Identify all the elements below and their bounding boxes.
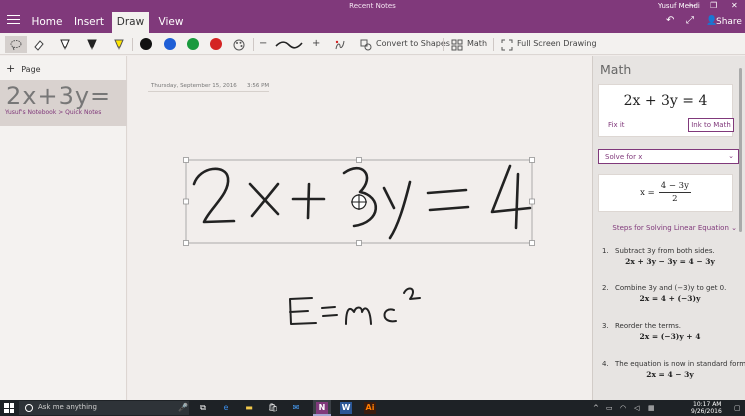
- step-result: 2x = (−3)y + 4: [639, 332, 701, 341]
- tab-view[interactable]: View: [154, 12, 188, 33]
- steps-dropdown[interactable]: Steps for Solving Linear Equation ⌄: [612, 224, 737, 232]
- color-red-swatch[interactable]: [210, 38, 222, 50]
- step-number: 4.: [602, 360, 609, 368]
- illustrator-icon[interactable]: Ai: [364, 402, 376, 414]
- chevron-down-icon: ⌄: [731, 224, 737, 232]
- move-cursor-icon: [351, 194, 367, 210]
- windows-start-icon[interactable]: [4, 403, 14, 413]
- mail-icon[interactable]: ✉: [290, 402, 302, 414]
- tab-insert[interactable]: Insert: [70, 12, 108, 33]
- maximize-icon[interactable]: ❐: [710, 1, 717, 10]
- page-thumbnail: 2x+3y=: [6, 82, 112, 110]
- recognized-equation: 2x + 3y = 4: [623, 93, 708, 109]
- word-icon[interactable]: W: [340, 402, 352, 414]
- window-title: Recent Notes: [349, 2, 396, 10]
- onenote-icon[interactable]: N: [316, 402, 328, 414]
- ink-to-math-button[interactable]: Ink to Math: [688, 118, 734, 132]
- file-explorer-icon[interactable]: ▬: [243, 402, 255, 414]
- color-black-swatch[interactable]: [140, 38, 152, 50]
- add-page-label: Page: [21, 65, 41, 74]
- tab-draw[interactable]: Draw: [112, 12, 149, 33]
- step-number: 3.: [602, 322, 609, 330]
- convert-shapes-icon[interactable]: [359, 36, 373, 53]
- cortana-search-box[interactable]: Ask me anything 🎤: [19, 401, 189, 415]
- wifi-icon[interactable]: ◠: [620, 404, 626, 412]
- solution-card: x = 4 − 3y 2: [598, 174, 733, 212]
- hamburger-menu-icon[interactable]: [7, 15, 20, 24]
- ink-to-text-icon[interactable]: [333, 36, 347, 53]
- cortana-icon: [25, 404, 33, 412]
- step-result: 2x = 4 − 3y: [646, 370, 694, 379]
- math-action-value: Solve for x: [605, 153, 643, 161]
- convert-to-shapes-button[interactable]: Convert to Shapes: [376, 38, 450, 50]
- decrease-thickness-icon[interactable]: −: [259, 37, 267, 51]
- eraser-icon[interactable]: [31, 36, 47, 53]
- fullscreen-icon[interactable]: ⤢: [686, 15, 694, 26]
- close-icon[interactable]: ✕: [731, 1, 738, 10]
- clock-date[interactable]: 9/26/2016: [691, 408, 722, 415]
- note-canvas[interactable]: Thursday, September 15, 2016 3:56 PM: [128, 56, 592, 400]
- step-text: Reorder the terms.: [615, 322, 681, 330]
- math-button[interactable]: Math: [467, 38, 487, 50]
- color-palette-icon[interactable]: [232, 36, 246, 53]
- math-action-select[interactable]: Solve for x ⌄: [598, 149, 739, 164]
- clock-time[interactable]: 10:17 AM: [693, 401, 721, 408]
- microphone-icon[interactable]: 🎤: [178, 403, 188, 412]
- battery-icon[interactable]: ▭: [606, 404, 613, 412]
- color-blue-swatch[interactable]: [164, 38, 176, 50]
- math-pane: Math 2x + 3y = 4 Fix it Ink to Math Solv…: [592, 56, 745, 400]
- show-hidden-icons-icon[interactable]: ^: [593, 404, 599, 412]
- plus-icon: +: [6, 62, 16, 75]
- title-bar: Recent Notes Yusuf Mehdi — ❐ ✕ Home Inse…: [0, 0, 745, 33]
- back-arrow-icon[interactable]: ↶: [666, 15, 674, 26]
- minimize-icon[interactable]: —: [688, 1, 696, 10]
- search-placeholder: Ask me anything: [38, 403, 97, 411]
- solution-lhs: x =: [640, 187, 655, 198]
- tab-home[interactable]: Home: [28, 12, 66, 33]
- store-icon[interactable]: 🛍: [267, 402, 279, 414]
- full-screen-icon[interactable]: [500, 36, 514, 53]
- pen-black-icon[interactable]: [58, 36, 72, 53]
- pen-dark-icon[interactable]: [85, 36, 99, 53]
- share-button[interactable]: Share: [716, 17, 742, 27]
- equation-card: 2x + 3y = 4 Fix it Ink to Math: [598, 84, 734, 137]
- ink-emc2[interactable]: [289, 287, 421, 325]
- increase-thickness-icon[interactable]: +: [312, 37, 320, 51]
- solution-numerator: 4 − 3y: [658, 181, 691, 193]
- math-pane-title: Math: [600, 62, 632, 77]
- step-text: The equation is now in standard form.: [615, 360, 745, 368]
- step-text: Combine 3y and (−3)y to get 0.: [615, 284, 727, 292]
- solution-denominator: 2: [672, 194, 678, 204]
- draw-ribbon: − + Convert to Shapes Math Full Screen D…: [0, 33, 745, 55]
- color-green-swatch[interactable]: [187, 38, 199, 50]
- step-result: 2x + 3y − 3y = 4 − 3y: [625, 257, 715, 266]
- taskbar: Ask me anything 🎤 ⧉ e ▬ 🛍 ✉ N W Ai ^ ▭ ◠…: [0, 400, 745, 416]
- action-center-icon[interactable]: ▢: [734, 404, 741, 412]
- page-list-item[interactable]: 2x+3y= Yusuf's Notebook > Quick Notes: [0, 80, 127, 126]
- page-breadcrumb: Yusuf's Notebook > Quick Notes: [5, 109, 102, 116]
- step-result: 2x = 4 + (−3)y: [639, 294, 701, 303]
- task-view-icon[interactable]: ⧉: [197, 402, 209, 414]
- full-screen-drawing-button[interactable]: Full Screen Drawing: [517, 38, 597, 50]
- steps-label: Steps for Solving Linear Equation: [612, 224, 729, 232]
- add-page-button[interactable]: + Page: [6, 62, 41, 75]
- ink-layer: [183, 157, 535, 325]
- edge-browser-icon[interactable]: e: [220, 402, 232, 414]
- math-icon[interactable]: [450, 36, 464, 53]
- step-number: 2.: [602, 284, 609, 292]
- solution-fraction: 4 − 3y 2: [658, 181, 691, 204]
- step-text: Subtract 3y from both sides.: [615, 247, 715, 255]
- math-pane-scrollbar[interactable]: [739, 60, 743, 394]
- chevron-down-icon: ⌄: [728, 152, 734, 160]
- fix-it-link[interactable]: Fix it: [608, 121, 625, 129]
- highlighter-icon[interactable]: [112, 36, 126, 53]
- keyboard-icon[interactable]: ▦: [648, 404, 655, 412]
- solution-expression: x = 4 − 3y 2: [599, 181, 732, 204]
- lasso-select-icon[interactable]: [5, 36, 27, 53]
- volume-icon[interactable]: ◁: [634, 404, 639, 412]
- stroke-thickness-icon: [274, 36, 304, 53]
- step-number: 1.: [602, 247, 609, 255]
- page-list: + Page 2x+3y= Yusuf's Notebook > Quick No…: [0, 56, 127, 400]
